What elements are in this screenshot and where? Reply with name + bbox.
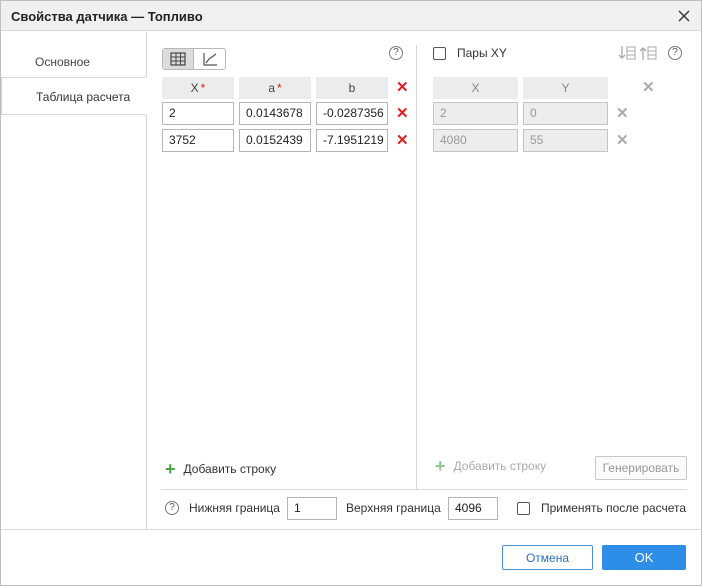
delete-row-icon[interactable]: ✕ bbox=[396, 133, 409, 148]
ok-button[interactable]: OK bbox=[602, 545, 686, 570]
cell-b-row1[interactable]: -0.0287356 bbox=[316, 102, 388, 125]
view-toggle bbox=[162, 48, 226, 70]
bounds-divider bbox=[161, 489, 687, 490]
footer-divider bbox=[1, 529, 701, 530]
column-header-b: b bbox=[316, 77, 388, 99]
pairs-xy-label: Пары XY bbox=[457, 46, 507, 60]
cell-b-row2[interactable]: -7.1951219 bbox=[316, 129, 388, 152]
export-rows-icon[interactable] bbox=[639, 45, 657, 64]
active-tab-gap bbox=[146, 77, 147, 115]
chart-view-icon[interactable] bbox=[194, 49, 225, 69]
cancel-button[interactable]: Отмена bbox=[502, 545, 593, 570]
lower-bound-input[interactable]: 1 bbox=[287, 497, 337, 520]
column-header-xy-y: Y bbox=[523, 77, 608, 99]
apply-after-label: Применять после расчета bbox=[541, 501, 687, 515]
apply-after-checkbox[interactable] bbox=[517, 502, 530, 515]
add-row-button[interactable]: + Добавить строку bbox=[165, 459, 277, 479]
delete-all-pairs-icon[interactable]: ✕ bbox=[642, 80, 655, 95]
tab-general[interactable]: Основное bbox=[1, 43, 146, 81]
delete-all-rows-icon[interactable]: ✕ bbox=[396, 80, 409, 95]
help-icon[interactable]: ? bbox=[389, 46, 403, 60]
tab-calculation-table[interactable]: Таблица расчета bbox=[1, 77, 146, 115]
add-pair-button[interactable]: + Добавить строку bbox=[435, 456, 547, 476]
cell-a-row2[interactable]: 0.0152439 bbox=[239, 129, 311, 152]
table-view-icon[interactable] bbox=[163, 49, 194, 69]
delete-pair-icon[interactable]: ✕ bbox=[616, 133, 629, 148]
panel-divider bbox=[416, 45, 417, 489]
plus-icon: + bbox=[165, 459, 176, 479]
pair-cell-y-row1[interactable]: 0 bbox=[523, 102, 608, 125]
help-icon[interactable]: ? bbox=[165, 501, 179, 515]
pair-cell-y-row2[interactable]: 55 bbox=[523, 129, 608, 152]
upper-bound-input[interactable]: 4096 bbox=[448, 497, 498, 520]
sensor-properties-dialog: Свойства датчика — Топливо Основное Табл… bbox=[0, 0, 702, 586]
required-marker: * bbox=[200, 81, 206, 95]
dialog-title: Свойства датчика — Топливо bbox=[11, 9, 203, 24]
column-header-a-label: a bbox=[268, 81, 275, 95]
title-bar: Свойства датчика — Топливо bbox=[1, 1, 701, 31]
cell-x-row2[interactable]: 3752 bbox=[162, 129, 234, 152]
delete-pair-icon[interactable]: ✕ bbox=[616, 106, 629, 121]
import-rows-icon[interactable] bbox=[618, 45, 636, 64]
lower-bound-label: Нижняя граница bbox=[189, 501, 280, 515]
cell-x-row1[interactable]: 2 bbox=[162, 102, 234, 125]
generate-button[interactable]: Генерировать bbox=[595, 456, 687, 480]
plus-icon: + bbox=[435, 456, 446, 476]
close-icon[interactable] bbox=[675, 7, 693, 25]
pairs-xy-checkbox[interactable] bbox=[433, 47, 446, 60]
required-marker: * bbox=[277, 81, 282, 95]
add-pair-label: Добавить строку bbox=[453, 459, 547, 473]
help-icon[interactable]: ? bbox=[668, 46, 682, 60]
upper-bound-label: Верхняя граница bbox=[346, 501, 441, 515]
column-header-x: X * bbox=[162, 77, 234, 99]
column-header-x-label: X bbox=[190, 81, 199, 95]
add-row-label: Добавить строку bbox=[183, 462, 277, 476]
pair-cell-x-row2[interactable]: 4080 bbox=[433, 129, 518, 152]
sidebar: Основное Таблица расчета bbox=[1, 32, 146, 529]
column-header-b-label: b bbox=[348, 81, 356, 95]
delete-row-icon[interactable]: ✕ bbox=[396, 106, 409, 121]
pair-cell-x-row1[interactable]: 2 bbox=[433, 102, 518, 125]
column-header-xy-x: X bbox=[433, 77, 518, 99]
column-header-a: a * bbox=[239, 77, 311, 99]
cell-a-row1[interactable]: 0.0143678 bbox=[239, 102, 311, 125]
